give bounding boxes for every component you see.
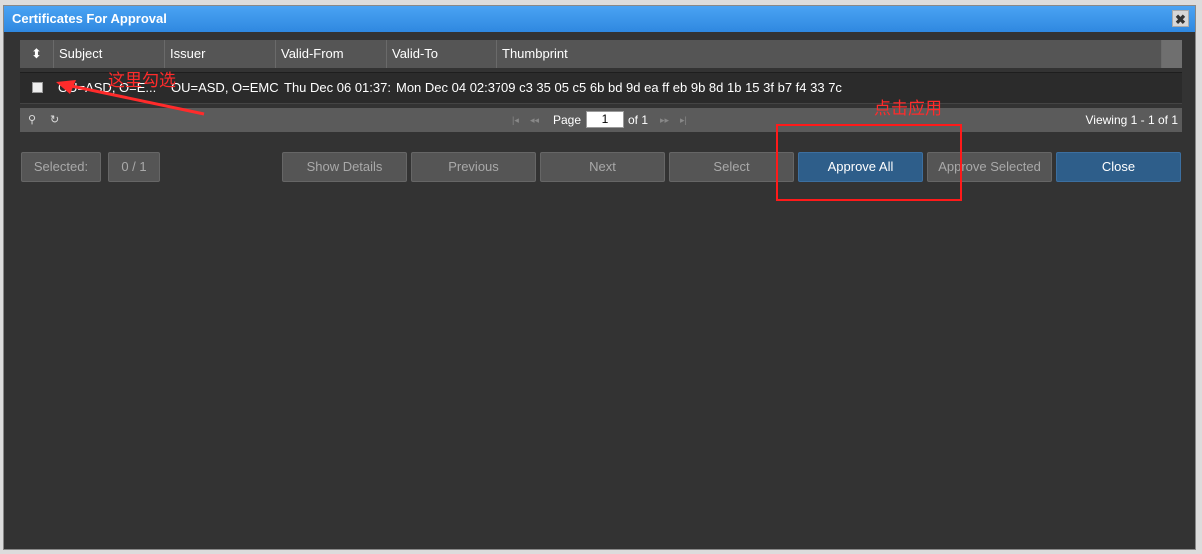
column-header-valid-from[interactable]: Valid-From: [276, 40, 387, 68]
dialog-titlebar: Certificates For Approval ✖: [4, 6, 1195, 32]
selected-label: Selected:: [21, 152, 101, 182]
page-label: Page: [553, 113, 582, 127]
viewing-status: Viewing 1 - 1 of 1: [1085, 113, 1178, 127]
next-button[interactable]: Next: [540, 152, 665, 182]
cell-valid-to: Mon Dec 04 02:37: [396, 80, 500, 95]
row-checkbox[interactable]: [32, 82, 43, 93]
column-header-issuer[interactable]: Issuer: [165, 40, 276, 68]
column-header-valid-to[interactable]: Valid-To: [387, 40, 497, 68]
annotation-arrow-icon: [56, 80, 205, 116]
first-page-icon[interactable]: |◂: [512, 108, 519, 132]
page-of-label: of 1: [628, 113, 649, 127]
close-button[interactable]: Close: [1056, 152, 1181, 182]
certificates-grid: ⬍ Subject Issuer Valid-From Valid-To Thu…: [20, 40, 1182, 132]
annotation-highlight-box: [776, 124, 962, 201]
sort-icon[interactable]: ⬍: [20, 40, 54, 68]
cell-valid-from: Thu Dec 06 01:37:: [284, 80, 391, 95]
prev-page-icon[interactable]: ◂◂: [530, 108, 539, 132]
selected-count: 0 / 1: [108, 152, 160, 182]
close-icon[interactable]: ✖: [1172, 10, 1189, 27]
search-icon[interactable]: ⚲: [28, 108, 36, 132]
cell-thumbprint: 09 c3 35 05 c5 6b bd 9d ea ff eb 9b 8d 1…: [501, 80, 842, 95]
grid-header: ⬍ Subject Issuer Valid-From Valid-To Thu…: [20, 40, 1182, 68]
previous-button[interactable]: Previous: [411, 152, 536, 182]
column-header-thumbprint[interactable]: Thumbprint: [497, 40, 1162, 68]
certificates-dialog: Certificates For Approval ✖ ⬍ Subject Is…: [3, 5, 1196, 550]
column-header-subject[interactable]: Subject: [54, 40, 165, 68]
show-details-button[interactable]: Show Details: [282, 152, 407, 182]
last-page-icon[interactable]: ▸|: [680, 108, 687, 132]
annotation-click-apply: 点击应用: [874, 99, 942, 118]
next-page-icon[interactable]: ▸▸: [660, 108, 669, 132]
header-scrollbar: [1162, 40, 1182, 68]
dialog-title: Certificates For Approval: [12, 11, 167, 26]
page-input[interactable]: 1: [586, 111, 624, 128]
